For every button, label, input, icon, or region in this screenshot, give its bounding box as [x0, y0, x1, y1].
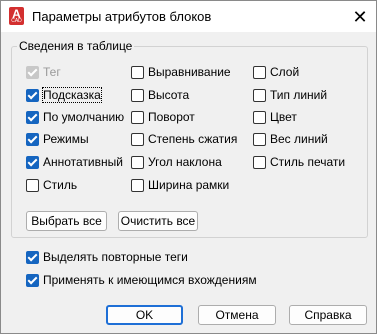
checkbox-label: По умолчанию [43, 110, 125, 124]
dialog-window: A CAD Параметры атрибутов блоков ✕ Сведе… [0, 0, 377, 334]
checkbox-width-factor[interactable]: Степень сжатия [131, 131, 237, 147]
checkbox-modes[interactable]: Режимы [26, 131, 89, 147]
checkbox-layer[interactable]: Слой [253, 64, 299, 80]
checkbox-height[interactable]: Высота [131, 87, 189, 103]
checkbox-box [26, 155, 39, 169]
checkbox-box [26, 273, 39, 287]
checkbox-lineweight[interactable]: Вес линий [253, 131, 328, 147]
checkbox-apply-to-existing[interactable]: Применять к имеющимся вхождениям [26, 272, 257, 288]
checkbox-box [131, 110, 144, 124]
checkbox-label: Тип линий [270, 88, 328, 102]
checkbox-label: Стиль печати [270, 155, 346, 169]
checkbox-label: Слой [270, 65, 300, 79]
checkbox-plot-style[interactable]: Стиль печати [253, 154, 345, 170]
checkbox-label: Поворот [148, 110, 195, 124]
checkbox-default[interactable]: По умолчанию [26, 109, 124, 125]
checkbox-box [253, 110, 266, 124]
checkbox-box [26, 178, 39, 192]
checkbox-box [26, 110, 39, 124]
checkbox-box [131, 88, 144, 102]
checkbox-prompt[interactable]: Подсказка [26, 87, 102, 103]
clear-all-button[interactable]: Очистить все [118, 211, 198, 231]
checkbox-box [26, 65, 39, 79]
checkbox-box [131, 132, 144, 146]
checkbox-label: Степень сжатия [148, 132, 238, 146]
title-bar: A CAD Параметры атрибутов блоков ✕ [1, 1, 376, 32]
checkbox-label: Выравнивание [148, 65, 231, 79]
checkbox-color[interactable]: Цвет [253, 109, 297, 125]
select-all-button[interactable]: Выбрать все [26, 211, 107, 231]
cancel-button[interactable]: Отмена [198, 305, 276, 325]
help-button[interactable]: Справка [289, 305, 367, 325]
checkbox-box [26, 132, 39, 146]
checkbox-box [253, 132, 266, 146]
checkbox-box [253, 65, 266, 79]
checkbox-box [131, 178, 144, 192]
checkbox-box [131, 155, 144, 169]
checkbox-box [26, 88, 39, 102]
checkbox-label: Угол наклона [148, 155, 222, 169]
ok-button[interactable]: OK [106, 305, 183, 325]
checkbox-label: Вес линий [270, 132, 328, 146]
checkbox-label: Цвет [270, 110, 297, 124]
checkbox-box [26, 250, 39, 264]
checkbox-label: Режимы [43, 132, 89, 146]
checkbox-label: Аннотативный [43, 155, 123, 169]
checkbox-label: Высота [148, 88, 190, 102]
checkbox-rotation[interactable]: Поворот [131, 109, 195, 125]
group-legend: Сведения в таблице [17, 39, 135, 53]
checkbox-tag[interactable]: Тег [26, 64, 61, 80]
checkbox-linetype[interactable]: Тип линий [253, 87, 327, 103]
autocad-app-icon: A CAD [9, 7, 24, 25]
checkbox-label: Подсказка [42, 87, 102, 103]
close-icon[interactable]: ✕ [349, 6, 371, 28]
checkbox-label: Стиль [43, 178, 78, 192]
checkbox-boundary-width[interactable]: Ширина рамки [131, 177, 229, 193]
checkbox-label: Применять к имеющимся вхождениям [43, 273, 257, 287]
checkbox-style[interactable]: Стиль [26, 177, 77, 193]
app-icon-sub: CAD [11, 18, 22, 24]
checkbox-annotative[interactable]: Аннотативный [26, 154, 123, 170]
checkbox-box [253, 88, 266, 102]
checkbox-label: Ширина рамки [148, 178, 230, 192]
checkbox-box [253, 155, 266, 169]
checkbox-label: Выделять повторные теги [43, 250, 188, 264]
dialog-title: Параметры атрибутов блоков [32, 9, 212, 24]
checkbox-label: Тег [43, 65, 61, 79]
checkbox-box [131, 65, 144, 79]
checkbox-oblique-angle[interactable]: Угол наклона [131, 154, 222, 170]
checkbox-justification[interactable]: Выравнивание [131, 64, 231, 80]
checkbox-highlight-duplicate-tags[interactable]: Выделять повторные теги [26, 249, 188, 265]
